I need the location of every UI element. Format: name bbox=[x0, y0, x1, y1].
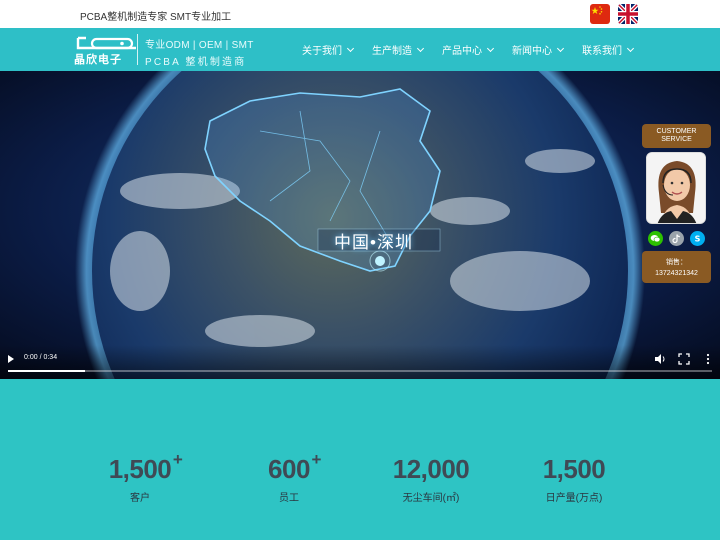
chevron-down-icon bbox=[486, 44, 495, 52]
customer-service-avatar bbox=[646, 152, 706, 224]
video-location-text: 中国•深圳 bbox=[334, 233, 413, 252]
menu-manufacturing-label: 生产制造 bbox=[372, 46, 412, 57]
stat-value: 1,500 + bbox=[108, 450, 183, 485]
stat-cleanroom-value: 12,000 bbox=[392, 454, 470, 484]
china-flag-icon[interactable] bbox=[590, 4, 610, 24]
volume-icon[interactable] bbox=[654, 353, 666, 365]
top-bar: PCBA整机制造专家 SMT专业加工 bbox=[0, 0, 720, 28]
stat-employees: 600 + 员工 bbox=[229, 450, 349, 504]
video-time: 0:00 / 0:34 bbox=[24, 354, 58, 361]
tiktok-icon[interactable] bbox=[669, 231, 684, 246]
main-menu: 关于我们 生产制造 产品中心 新闻中心 联系我们 bbox=[302, 42, 652, 57]
chevron-down-icon bbox=[416, 44, 425, 52]
stat-daily-output: 1,500 日产量(万点) bbox=[514, 454, 634, 504]
menu-news[interactable]: 新闻中心 bbox=[512, 42, 565, 57]
logo-divider bbox=[137, 34, 138, 65]
chevron-down-icon bbox=[626, 44, 635, 52]
cs-header-line1: CUSTOMER bbox=[656, 128, 697, 135]
more-options-icon[interactable] bbox=[702, 353, 714, 365]
cs-header-line2: SERVICE bbox=[661, 136, 692, 143]
video-progress-fill bbox=[8, 370, 86, 372]
stat-customers-value: 1,500 bbox=[108, 454, 172, 484]
menu-about-label: 关于我们 bbox=[302, 46, 342, 57]
top-slogan: PCBA整机制造专家 SMT专业加工 bbox=[80, 12, 232, 23]
customer-service-phone[interactable]: 销售： 13724321342 bbox=[642, 251, 711, 283]
hero-video[interactable]: 中国•深圳 0:00 / 0:34 bbox=[0, 71, 720, 379]
uk-flag-icon[interactable] bbox=[618, 4, 638, 24]
menu-about[interactable]: 关于我们 bbox=[302, 42, 355, 57]
video-progress-bar[interactable] bbox=[8, 370, 712, 372]
stat-employees-label: 员工 bbox=[279, 493, 299, 504]
stat-plus: + bbox=[172, 450, 183, 469]
customer-service-widget: CUSTOMER SERVICE S 销售： 13724321342 bbox=[642, 124, 711, 283]
svg-text:S: S bbox=[695, 235, 701, 244]
stat-cleanroom-label: 无尘车间(㎡) bbox=[402, 493, 460, 504]
stat-cleanroom: 12,000 无尘车间(㎡) bbox=[371, 454, 491, 504]
stats-section: 1,500 + 客户 600 + 员工 12,000 无尘车间(㎡) 1,500 日… bbox=[0, 379, 720, 540]
stat-customers-label: 客户 bbox=[130, 493, 150, 504]
fullscreen-icon[interactable] bbox=[678, 353, 690, 365]
customer-service-header[interactable]: CUSTOMER SERVICE bbox=[642, 124, 711, 148]
menu-manufacturing[interactable]: 生产制造 bbox=[372, 42, 425, 57]
skype-icon[interactable]: S bbox=[690, 231, 705, 246]
chevron-down-icon bbox=[556, 44, 565, 52]
menu-contact-label: 联系我们 bbox=[582, 46, 622, 57]
wechat-icon[interactable] bbox=[648, 231, 663, 246]
menu-products-label: 产品中心 bbox=[442, 46, 482, 57]
logo-tagline-2: PCBA 整机制造商 bbox=[145, 57, 247, 68]
stat-value: 600 + bbox=[268, 450, 321, 485]
customer-service-icons: S bbox=[642, 228, 711, 249]
menu-products[interactable]: 产品中心 bbox=[442, 42, 495, 57]
chevron-down-icon bbox=[346, 44, 355, 52]
stat-employees-value: 600 bbox=[268, 454, 310, 484]
stat-output-label: 日产量(万点) bbox=[545, 493, 603, 504]
main-header: 晶欣电子 专业ODM | OEM | SMT PCBA 整机制造商 关于我们 生… bbox=[0, 28, 720, 71]
stat-value: 1,500 bbox=[543, 454, 606, 485]
video-controls: 0:00 / 0:34 bbox=[0, 345, 720, 379]
menu-contact[interactable]: 联系我们 bbox=[582, 42, 635, 57]
play-icon[interactable] bbox=[8, 355, 14, 363]
cs-phone-label: 销售： bbox=[666, 259, 687, 266]
stat-value: 12,000 bbox=[393, 454, 470, 485]
stat-customers: 1,500 + 客户 bbox=[80, 450, 200, 504]
cs-phone-number: 13724321342 bbox=[655, 270, 698, 277]
logo-text: 晶欣电子 bbox=[74, 54, 122, 66]
stat-plus: + bbox=[311, 450, 322, 469]
menu-news-label: 新闻中心 bbox=[512, 46, 552, 57]
logo-tagline-1: 专业ODM | OEM | SMT bbox=[145, 40, 254, 51]
stat-output-value: 1,500 bbox=[542, 454, 606, 484]
earth-video-frame bbox=[0, 71, 720, 379]
